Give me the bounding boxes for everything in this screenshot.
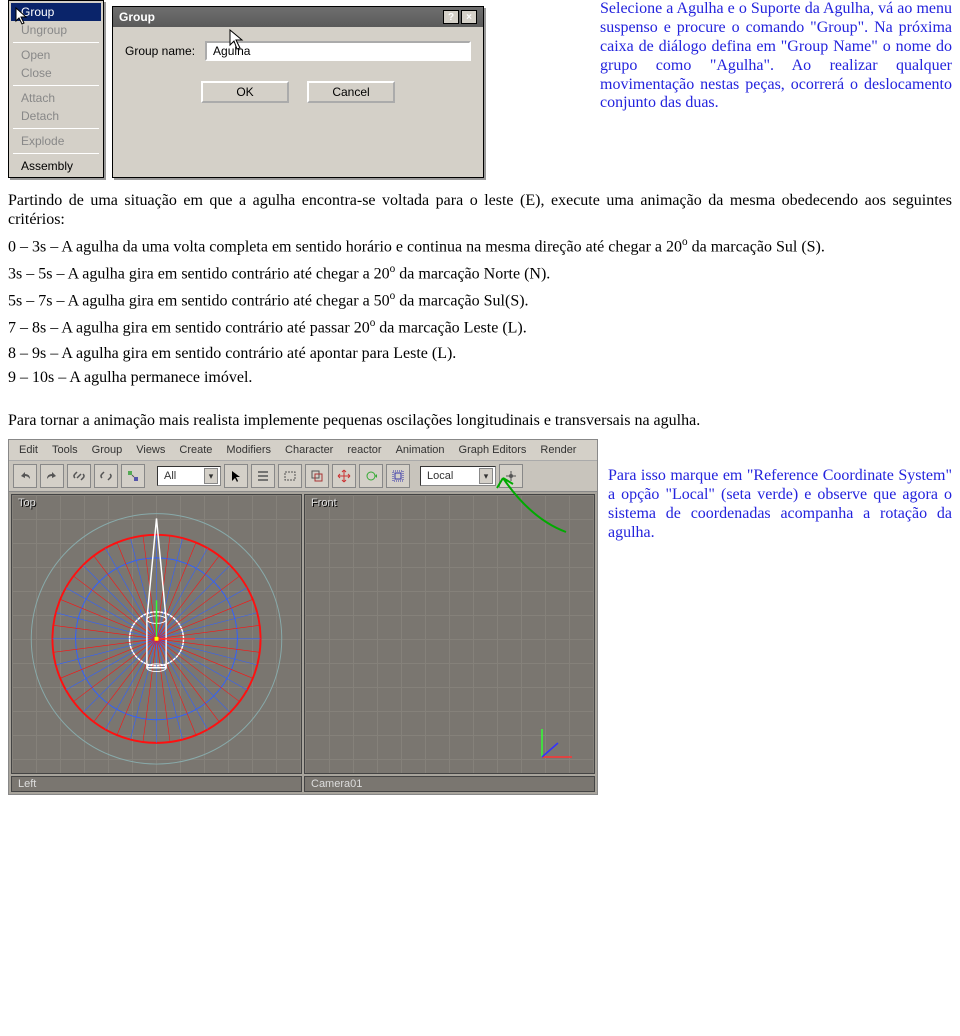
separator [13, 42, 99, 43]
list-icon [256, 469, 270, 483]
menu-animation[interactable]: Animation [392, 443, 449, 457]
ok-button[interactable]: OK [201, 81, 289, 103]
select-region-button[interactable] [278, 464, 302, 488]
unlink-button[interactable] [94, 464, 118, 488]
ctx-attach[interactable]: Attach [11, 89, 101, 107]
link-button[interactable] [67, 464, 91, 488]
toolbar: All ▾ [9, 461, 597, 492]
help-button[interactable]: ? [443, 10, 459, 24]
unlink-icon [99, 469, 113, 483]
close-button[interactable]: × [461, 10, 477, 24]
viewport-left-label: Left [18, 778, 36, 790]
menu-tools[interactable]: Tools [48, 443, 82, 457]
scale-icon [391, 469, 405, 483]
group-name-label: Group name: [125, 44, 195, 58]
axis-gizmo-icon [532, 723, 576, 767]
viewport-left-label-strip: Left [11, 776, 302, 792]
menu-create[interactable]: Create [175, 443, 216, 457]
viewport-top-label: Top [18, 497, 36, 509]
oscillation-note: Para tornar a animação mais realista imp… [8, 412, 952, 431]
cursor-icon [229, 29, 245, 51]
criteria-3: 5s – 7s – A agulha gira em sentido contr… [8, 290, 952, 311]
window-crossing-button[interactable] [305, 464, 329, 488]
viewport-front-label: Front [311, 497, 337, 509]
selection-filter-combo[interactable]: All ▾ [157, 466, 221, 486]
criteria-1: 0 – 3s – A agulha da uma volta completa … [8, 236, 952, 257]
menu-views[interactable]: Views [132, 443, 169, 457]
separator [13, 153, 99, 154]
menu-character[interactable]: Character [281, 443, 337, 457]
dialog-title: Group [119, 10, 155, 24]
rotate-icon [364, 469, 378, 483]
bind-icon [126, 469, 140, 483]
move-icon [337, 469, 351, 483]
redo-icon [45, 469, 59, 483]
move-button[interactable] [332, 464, 356, 488]
select-object-button[interactable] [224, 464, 248, 488]
chevron-down-icon: ▾ [479, 468, 493, 484]
menu-group[interactable]: Group [88, 443, 127, 457]
separator [13, 128, 99, 129]
menu-edit[interactable]: Edit [15, 443, 42, 457]
undo-button[interactable] [13, 464, 37, 488]
ctx-assembly[interactable]: Assembly [11, 157, 101, 175]
viewports: Top [9, 492, 597, 794]
menubar: Edit Tools Group Views Create Modifiers … [9, 440, 597, 461]
undo-icon [18, 469, 32, 483]
body-text-block: Partindo de uma situação em que a agulha… [8, 192, 952, 431]
coord-system-combo[interactable]: Local ▾ [420, 466, 496, 486]
context-menu: Group Ungroup Open Close Attach Detach E… [8, 0, 104, 178]
coord-system-value: Local [427, 470, 453, 482]
cancel-button[interactable]: Cancel [307, 81, 395, 103]
menu-reactor[interactable]: reactor [343, 443, 385, 457]
viewport-camera-label: Camera01 [311, 778, 362, 790]
criteria-intro: Partindo de uma situação em que a agulha… [8, 192, 952, 230]
scale-button[interactable] [386, 464, 410, 488]
criteria-6: 9 – 10s – A agulha permanece imóvel. [8, 369, 952, 388]
pivot-center-button[interactable] [499, 464, 523, 488]
3dsmax-screenshot: Edit Tools Group Views Create Modifiers … [8, 439, 598, 795]
viewport-top[interactable]: Top [11, 494, 302, 774]
intro-paragraph: Selecione a Agulha e o Suporte da Agulha… [600, 0, 952, 113]
link-icon [72, 469, 86, 483]
menu-render[interactable]: Render [536, 443, 580, 457]
viewport-camera-label-strip: Camera01 [304, 776, 595, 792]
dialog-titlebar: Group ? × [113, 7, 483, 27]
rectangle-icon [283, 469, 297, 483]
menu-grapheditors[interactable]: Graph Editors [455, 443, 531, 457]
criteria-2: 3s – 5s – A agulha gira em sentido contr… [8, 263, 952, 284]
cursor-icon [229, 469, 243, 483]
compass-wireframe [12, 495, 301, 773]
group-dialog: Group ? × Group name: OK Cancel [112, 6, 484, 178]
criteria-4: 7 – 8s – A agulha gira em sentido contrá… [8, 317, 952, 338]
bind-button[interactable] [121, 464, 145, 488]
cursor-icon [15, 7, 29, 25]
rotate-button[interactable] [359, 464, 383, 488]
ctx-open[interactable]: Open [11, 46, 101, 64]
ctx-explode[interactable]: Explode [11, 132, 101, 150]
pivot-icon [504, 469, 518, 483]
ctx-detach[interactable]: Detach [11, 107, 101, 125]
menu-modifiers[interactable]: Modifiers [222, 443, 275, 457]
selection-filter-value: All [164, 470, 176, 482]
viewport-front[interactable]: Front [304, 494, 595, 774]
select-by-name-button[interactable] [251, 464, 275, 488]
crossing-icon [310, 469, 324, 483]
ctx-close[interactable]: Close [11, 64, 101, 82]
criteria-5: 8 – 9s – A agulha gira em sentido contrá… [8, 345, 952, 364]
redo-button[interactable] [40, 464, 64, 488]
chevron-down-icon: ▾ [204, 468, 218, 484]
coord-system-paragraph: Para isso marque em "Reference Coordinat… [608, 467, 952, 543]
separator [13, 85, 99, 86]
